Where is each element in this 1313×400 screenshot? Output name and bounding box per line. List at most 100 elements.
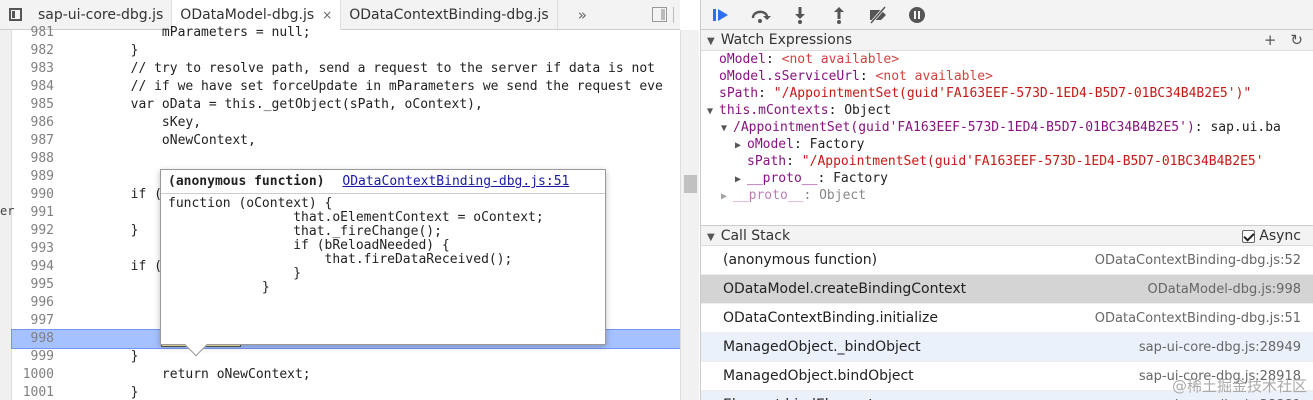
step-over-icon[interactable]: [750, 4, 772, 26]
watch-value: "/AppointmentSet(guid'FA163EEF-573D-1ED4…: [801, 154, 1264, 169]
watch-item[interactable]: ▶ __proto__: Factory: [701, 170, 1313, 187]
expanded-triangle-icon[interactable]: ▼: [707, 103, 719, 120]
popover-source-link[interactable]: ODataContextBinding-dbg.js:51: [342, 174, 569, 189]
popover-header: (anonymous function) ODataContextBinding…: [161, 170, 605, 194]
code-text: var oData = this._getObject(sPath, oCont…: [68, 97, 483, 112]
code-text: if (: [68, 259, 162, 274]
code-line[interactable]: 1001 }: [12, 384, 680, 400]
call-frame[interactable]: ManagedObject._bindObject sap-ui-core-dbg…: [701, 333, 1313, 362]
toggle-debugger-sidebar-icon[interactable]: [652, 7, 667, 22]
resume-icon[interactable]: [711, 4, 733, 26]
collapse-triangle-icon: ▼: [707, 232, 715, 243]
watch-item[interactable]: oModel.sServiceUrl: <not available>: [701, 68, 1313, 85]
watch-key: this.mContexts: [719, 103, 829, 118]
collapsed-triangle-icon[interactable]: ▶: [735, 171, 747, 188]
code-line[interactable]: 981 mParameters = null;: [12, 24, 680, 42]
async-toggle[interactable]: Async: [1242, 226, 1301, 247]
frame-location[interactable]: ODataContextBinding-dbg.js:51: [1095, 304, 1301, 333]
section-title: Call Stack: [720, 228, 791, 244]
code-text: }: [68, 385, 139, 400]
line-number[interactable]: 992: [12, 222, 66, 240]
code-text: // try to resolve path, send a request t…: [68, 61, 655, 76]
watch-value: Factory: [809, 137, 865, 152]
code-line[interactable]: 987 oNewContext,: [12, 132, 680, 150]
code-line[interactable]: 986 sKey,: [12, 114, 680, 132]
line-number[interactable]: 990: [12, 186, 66, 204]
code-line[interactable]: 983 // try to resolve path, send a reque…: [12, 60, 680, 78]
code-view[interactable]: er 981 mParameters = null; 982 } 983 // tr…: [0, 25, 680, 400]
watch-key: /AppointmentSet(guid'FA163EEF-573D-1ED4-…: [733, 120, 1195, 135]
call-stack-header[interactable]: ▼ Call Stack Async: [701, 225, 1313, 246]
step-out-icon[interactable]: [828, 4, 850, 26]
watch-value: sap.ui.ba: [1210, 120, 1281, 135]
watch-item[interactable]: oModel: <not available>: [701, 51, 1313, 68]
line-number[interactable]: 986: [12, 114, 66, 132]
close-icon[interactable]: ×: [322, 8, 332, 22]
line-number[interactable]: 989: [12, 168, 66, 186]
watch-item[interactable]: ▼ this.mContexts: Object: [701, 102, 1313, 119]
watch-item[interactable]: sPath: "/AppointmentSet(guid'FA163EEF-57…: [701, 85, 1313, 102]
frame-location[interactable]: ODataModel-dbg.js:998: [1148, 275, 1301, 304]
frame-function: ManagedObject.bindObject: [723, 368, 914, 384]
call-frame[interactable]: ODataContextBinding.initialize ODataConte…: [701, 304, 1313, 333]
watch-value: Object: [844, 103, 892, 118]
watch-separator: :: [1194, 120, 1211, 135]
watch-key: sPath: [747, 154, 787, 169]
collapsed-triangle-icon[interactable]: ▶: [735, 137, 747, 154]
line-number[interactable]: 994: [12, 258, 66, 276]
watch-actions: + ↻: [1264, 30, 1303, 51]
code-text: sKey,: [68, 115, 202, 130]
line-number[interactable]: 981: [12, 24, 66, 42]
watch-item[interactable]: ▼/AppointmentSet(guid'FA163EEF-573D-1ED4…: [701, 119, 1313, 136]
code-line[interactable]: 982 }: [12, 42, 680, 60]
frame-location[interactable]: ODataContextBinding-dbg.js:52: [1095, 246, 1301, 275]
pause-exceptions-icon[interactable]: [906, 4, 928, 26]
code-line[interactable]: 985 var oData = this._getObject(sPath, o…: [12, 96, 680, 114]
code-text: return oNewContext;: [68, 367, 311, 382]
popover-function-body: function (oContext) { that.oElementConte…: [168, 196, 544, 295]
watch-expressions-header[interactable]: ▼ Watch Expressions + ↻: [701, 30, 1313, 51]
line-number[interactable]: 997: [12, 312, 66, 330]
watch-item[interactable]: ▶ __proto__: Object: [701, 187, 1313, 204]
line-number[interactable]: 988: [12, 150, 66, 168]
call-frame[interactable]: ODataModel.createBindingContext ODataMode…: [701, 275, 1313, 304]
watch-item[interactable]: ▶ oModel: Factory: [701, 136, 1313, 153]
line-number[interactable]: 993: [12, 240, 66, 258]
deactivate-breakpoints-icon[interactable]: [867, 4, 889, 26]
checkbox-checked-icon[interactable]: [1242, 230, 1256, 243]
line-number[interactable]: 987: [12, 132, 66, 150]
editor-vertical-scrollbar[interactable]: [680, 30, 699, 400]
line-number[interactable]: 1000: [12, 366, 66, 384]
line-number[interactable]: 995: [12, 276, 66, 294]
code-line[interactable]: 1000 return oNewContext;: [12, 366, 680, 384]
collapsed-triangle-icon[interactable]: ▶: [721, 188, 733, 205]
call-frame[interactable]: (anonymous function) ODataContextBinding-…: [701, 246, 1313, 275]
scrollbar-thumb[interactable]: [684, 175, 697, 193]
code-line[interactable]: 984 // if we have set forceUpdate in mPa…: [12, 78, 680, 96]
frame-location[interactable]: sap-ui-core-dbg.js:28949: [1139, 333, 1301, 362]
source-editor-pane: sap-ui-core-dbg.js ODataModel-dbg.js × O…: [0, 0, 680, 400]
expanded-triangle-icon[interactable]: ▼: [721, 120, 733, 137]
code-line[interactable]: 988: [12, 150, 680, 168]
watch-item[interactable]: sPath: "/AppointmentSet(guid'FA163EEF-57…: [701, 153, 1313, 170]
line-number[interactable]: 998: [12, 330, 66, 348]
line-number[interactable]: 999: [12, 348, 66, 366]
debugger-toolbar: [701, 0, 1313, 30]
watch-key: oModel.sServiceUrl: [719, 69, 860, 84]
line-number[interactable]: 985: [12, 96, 66, 114]
step-into-icon[interactable]: [789, 4, 811, 26]
watch-separator: :: [765, 52, 782, 67]
add-expression-icon[interactable]: +: [1264, 30, 1277, 51]
line-number[interactable]: 982: [12, 42, 66, 60]
line-number[interactable]: 991: [12, 204, 66, 222]
sidebar-toggle-icon: [8, 8, 22, 21]
collapse-triangle-icon: ▼: [707, 36, 715, 47]
toolbar-divider: [673, 6, 674, 23]
line-number[interactable]: 1001: [12, 384, 66, 400]
code-line[interactable]: 999 }: [12, 348, 680, 366]
line-number[interactable]: 983: [12, 60, 66, 78]
code-text: // if we have set forceUpdate in mParame…: [68, 79, 663, 94]
line-number[interactable]: 996: [12, 294, 66, 312]
line-number[interactable]: 984: [12, 78, 66, 96]
refresh-icon[interactable]: ↻: [1290, 30, 1303, 51]
